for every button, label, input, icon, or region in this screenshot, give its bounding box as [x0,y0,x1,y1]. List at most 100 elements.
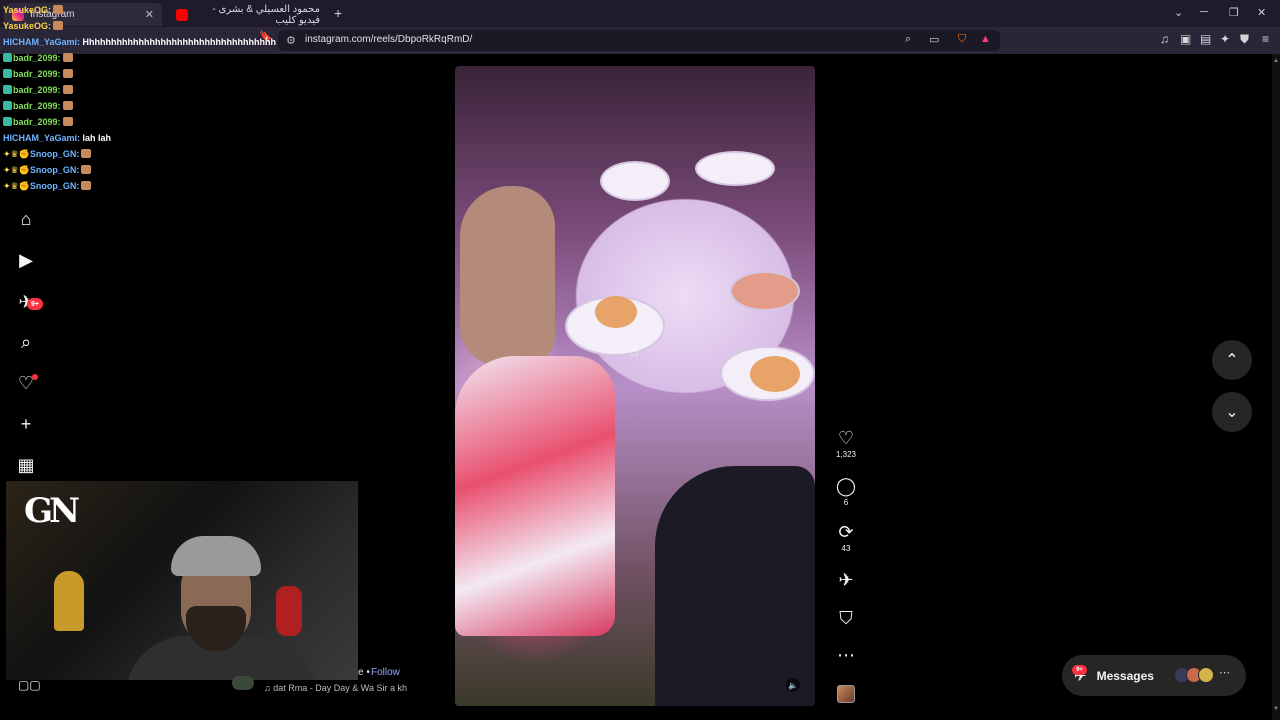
emote-icon [53,5,64,14]
emote-icon [81,181,92,190]
streamer-figure [126,536,316,680]
chat-username: HICHAM_YaGami: [3,37,81,47]
more-icon[interactable]: ⋯ [832,645,860,665]
follow-button[interactable]: Follow [371,667,400,678]
music-icon: ♫ [264,683,274,693]
chat-line: ✦♛✊Snoop_GN: [3,162,276,178]
chat-badge-icon: ✦♛✊ [3,149,30,159]
mute-icon[interactable]: 🔈 [786,678,800,692]
more-icon: ⋯ [1219,667,1230,679]
minimize-icon[interactable]: ─ [1200,6,1208,18]
emote-icon [53,21,64,30]
chat-badge-icon: ✦♛✊ [3,181,30,191]
chat-username: badr_2099: [13,69,61,79]
chat-username: Snoop_GN: [29,149,80,159]
video-scene-bread [750,356,800,392]
chevron-up-icon: ⌃ [1225,352,1239,369]
chat-username: Snoop_GN: [29,181,80,191]
dashboard-icon[interactable]: ▦ [16,455,36,475]
new-tab-button[interactable]: + [334,5,342,21]
menu-icon[interactable]: ≡ [1262,32,1269,46]
reel-video[interactable] [455,66,815,706]
previous-reel-button[interactable]: ⌃ [1212,340,1252,380]
chat-line: YasukeOG: [3,2,276,18]
video-scene-hair [460,186,555,366]
heart-icon[interactable]: ♡ [832,428,860,448]
close-window-icon[interactable]: ✕ [1257,6,1266,19]
mouse-cursor-icon: ☝ [630,343,639,359]
chat-username: badr_2099: [13,85,61,95]
chat-username: Snoop_GN: [29,165,80,175]
chat-line: badr_2099: [3,50,276,66]
messages-label: Messages [1096,668,1154,683]
chat-username: badr_2099: [13,101,61,111]
chat-line: badr_2099: [3,82,276,98]
creator-avatar[interactable] [232,676,254,690]
maximize-icon[interactable]: ❐ [1229,6,1239,19]
video-scene-dress [455,356,615,636]
save-button[interactable]: ⛉ [832,608,860,628]
brave-shield-icon[interactable]: ⛉ [958,33,966,46]
scroll-up-icon[interactable]: ▲ [1273,58,1279,64]
chat-username: YasukeOG: [3,5,52,15]
emote-icon [81,165,92,174]
follow-separator: e • [358,667,370,678]
repost-button[interactable]: ⟳ 43 [832,522,860,553]
emote-icon [62,53,73,62]
video-scene-plate [600,161,670,201]
chat-badge-icon [3,53,12,62]
chat-badge-icon [3,117,12,126]
chat-line: ✦♛✊Snoop_GN: [3,178,276,194]
url-text[interactable]: instagram.com/reels/DbpoRkRqRmD/ [305,34,472,45]
comment-icon[interactable]: ◯ [832,476,860,496]
leo-ai-icon[interactable]: ✦ [1220,32,1230,46]
zoom-icon[interactable]: ⌕ [905,33,911,46]
chat-username: HICHAM_YaGami: [3,133,81,143]
chat-username: badr_2099: [13,53,61,63]
chat-username: YasukeOG: [3,21,52,31]
messages-badge: 9+ [27,298,43,310]
chat-line: HICHAM_YaGami: Hhhhhhhhhhhhhhhhhhhhhhhhh… [3,34,276,50]
audio-track[interactable]: ♫ dat Rma - Day Day & Wa Sir a kh [264,683,407,693]
chevron-down-icon: ⌄ [1225,404,1239,421]
send-icon[interactable]: ✈ [832,570,860,590]
emote-icon [62,101,73,110]
home-icon[interactable]: ⌂ [16,209,36,229]
wallet-icon[interactable]: ▤ [1200,32,1211,46]
sidebar-icon[interactable]: ▣ [1180,32,1191,46]
chat-badge-icon [3,69,12,78]
gn-logo: GN [24,491,80,531]
reels-icon[interactable]: ▶ [16,250,36,270]
search-icon[interactable]: ⌕ [16,332,36,352]
trophy-image [54,571,84,631]
site-info-icon[interactable]: ⚙ [286,34,296,47]
next-reel-button[interactable]: ⌄ [1212,392,1252,432]
messages-button[interactable]: ✈ 9+ Messages ⋯ [1062,655,1246,696]
chat-line: YasukeOG: [3,18,276,34]
notification-dot [32,374,38,380]
more-menu-icon[interactable]: ▢▢ [18,678,41,692]
like-count: 1,323 [835,450,857,459]
cast-icon[interactable]: ▭ [929,33,939,46]
scrollbar[interactable] [1272,54,1280,720]
media-icon[interactable]: ♫ [1160,32,1169,46]
chat-message: lah lah [82,133,112,143]
scroll-down-icon[interactable]: ▼ [1273,706,1279,712]
comment-button[interactable]: ◯ 6 [832,476,860,507]
video-scene-plate [695,151,775,186]
chat-username: badr_2099: [13,117,61,127]
rewards-icon[interactable]: ▲ [980,33,991,45]
chat-badge-icon: ✦♛✊ [3,165,30,175]
repost-icon[interactable]: ⟳ [832,522,860,542]
address-bar[interactable]: ⚙ instagram.com/reels/DbpoRkRqRmD/ ⌕ ▭ ⛉… [278,30,1000,51]
emote-icon [62,85,73,94]
create-icon[interactable]: + [16,414,36,434]
like-button[interactable]: ♡ 1,323 [832,428,860,459]
comment-count: 6 [843,498,849,507]
audio-thumbnail[interactable] [837,685,855,703]
tab-list-icon[interactable]: ⌄ [1174,6,1183,19]
share-button[interactable]: ✈ [832,570,860,590]
vpn-icon[interactable]: ⛊ [1240,32,1249,47]
bookmark-icon[interactable]: ⛉ [832,608,860,628]
more-options-button[interactable]: ⋯ [832,645,860,665]
